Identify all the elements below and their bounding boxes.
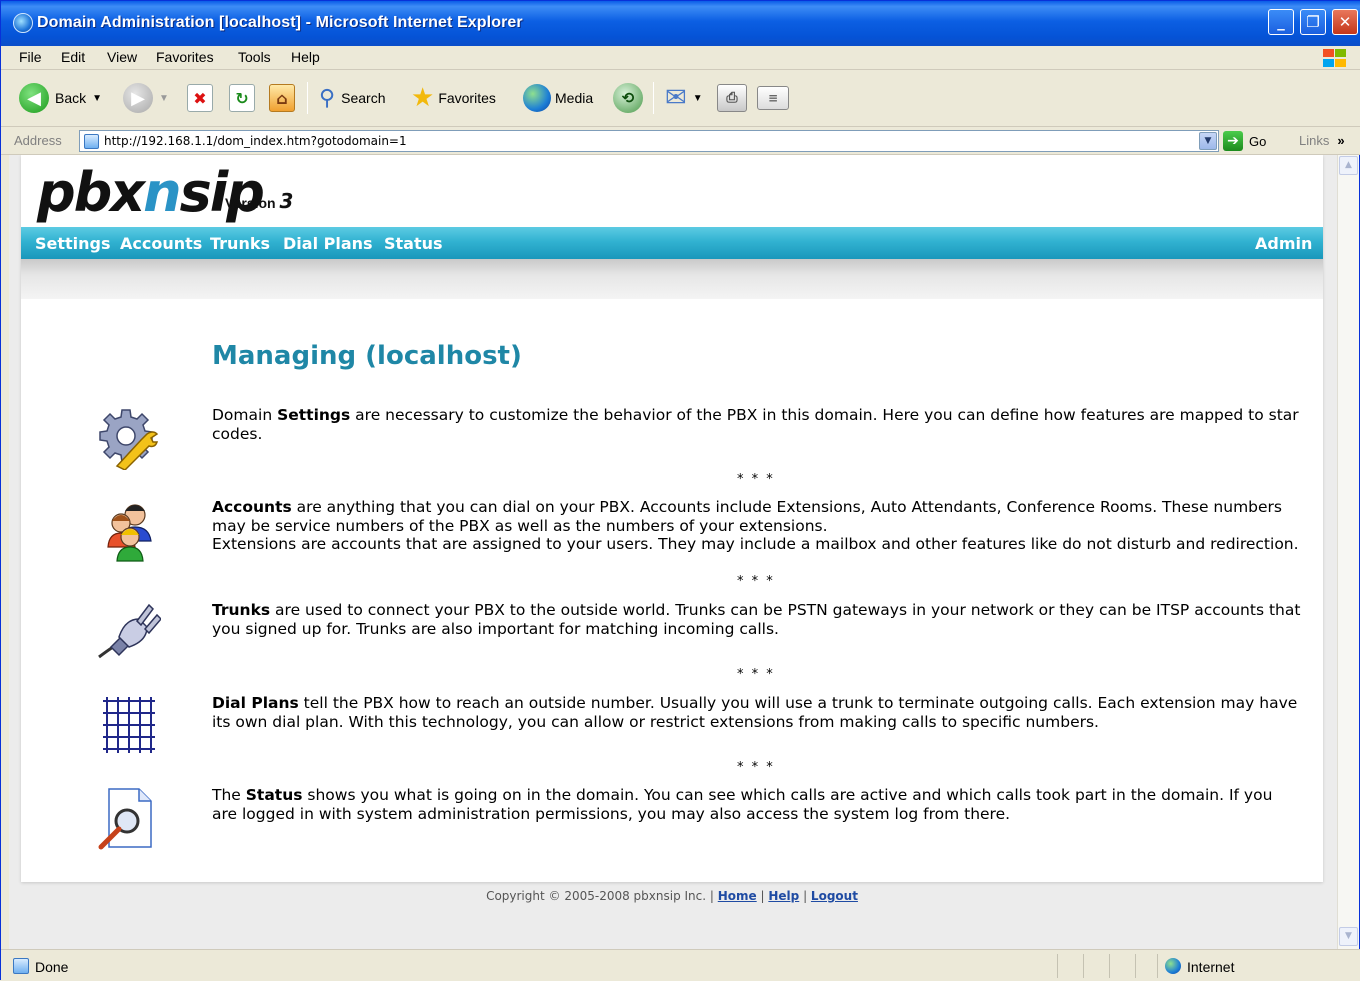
star-icon: ★ [411,83,435,113]
windows-flag-icon [1321,48,1347,68]
address-dropdown-icon[interactable]: ▼ [1199,132,1217,150]
links-button[interactable]: Links » [1299,133,1345,148]
media-label: Media [555,90,594,106]
nav-status[interactable]: Status [384,234,443,253]
maximize-button[interactable]: ❐ [1300,9,1326,35]
menu-favorites[interactable]: Favorites [156,49,214,65]
edit-page-icon: ≡ [757,86,789,110]
nav-settings[interactable]: Settings [35,234,111,253]
status-bar: Done Internet [1,949,1360,981]
footer-logout-link[interactable]: Logout [811,889,858,903]
menu-file[interactable]: File [19,49,42,65]
toolbar: ◀ Back ▼ ▶ ▼ ✖ ↻ ⌂ ⚲ Search ★ Favorites … [1,70,1360,127]
page-viewport: pbxnsip Version 3 Settings Accounts Trun… [9,155,1337,949]
history-icon: ⟲ [613,83,643,113]
nav-trunks[interactable]: Trunks [210,234,270,253]
security-zone-text: Internet [1187,959,1235,975]
stop-icon: ✖ [187,84,213,112]
trunks-plug-icon [98,603,161,659]
media-icon [523,84,551,112]
mail-dropdown-icon[interactable]: ▼ [693,93,703,104]
home-button[interactable]: ⌂ [269,81,295,115]
links-label: Links [1299,133,1330,148]
status-magnifier-icon [98,788,152,850]
page-footer: Copyright © 2005-2008 pbxnsip Inc. | Hom… [486,889,858,903]
refresh-button[interactable]: ↻ [229,81,255,115]
separator-stars: * * * [737,574,775,589]
back-dropdown-icon[interactable]: ▼ [92,93,102,104]
nav-accounts[interactable]: Accounts [120,234,202,253]
chevron-right-icon: » [1337,133,1345,148]
print-button[interactable]: ⎙ [717,81,747,115]
search-label: Search [341,90,386,106]
title-bar: Domain Administration [localhost] - Micr… [1,1,1360,46]
back-arrow-icon: ◀ [19,83,49,113]
window-title: Domain Administration [localhost] - Micr… [37,14,523,31]
address-url[interactable]: http://192.168.1.1/dom_index.htm?gotodom… [104,134,407,148]
back-button[interactable]: ◀ Back ▼ [19,81,102,115]
trunks-description: Trunks are used to connect your PBX to t… [212,601,1301,638]
mail-button[interactable]: ✉ ▼ [665,81,703,115]
dial-plans-grid-icon [103,697,155,753]
separator-stars: * * * [737,472,775,487]
media-button[interactable]: Media [523,81,593,115]
footer-home-link[interactable]: Home [718,889,757,903]
favorites-label: Favorites [438,90,496,106]
favorites-button[interactable]: ★ Favorites [411,81,496,115]
search-icon: ⚲ [319,85,336,111]
page-icon [84,134,99,149]
sub-nav-bar [21,259,1323,299]
search-button[interactable]: ⚲ Search [319,81,385,115]
go-label: Go [1249,133,1267,149]
go-button[interactable]: ➔ Go [1223,130,1266,152]
refresh-icon: ↻ [229,84,255,112]
accounts-users-icon [107,504,152,562]
close-button[interactable]: ✕ [1332,9,1358,35]
menu-view[interactable]: View [107,49,137,65]
internet-zone-icon [1165,958,1181,974]
print-icon: ⎙ [717,84,747,112]
minimize-button[interactable]: _ [1268,9,1294,35]
scroll-down-icon[interactable]: ▼ [1339,927,1358,946]
page-container: pbxnsip Version 3 Settings Accounts Trun… [21,155,1323,882]
back-label: Back [55,90,87,106]
pbxnsip-logo: pbxnsip Version 3 [37,161,293,224]
nav-dial-plans[interactable]: Dial Plans [283,234,373,253]
history-button[interactable]: ⟲ [613,81,643,115]
home-icon: ⌂ [269,84,295,112]
status-description: The Status shows you what is going on in… [212,786,1273,823]
scroll-up-icon[interactable]: ▲ [1339,156,1358,175]
forward-button[interactable]: ▶ ▼ [123,81,169,115]
copyright-text: Copyright © 2005-2008 pbxnsip Inc. | [486,889,718,903]
address-input[interactable]: http://192.168.1.1/dom_index.htm?gotodom… [79,130,1219,152]
menu-bar: File Edit View Favorites Tools Help [1,46,1360,70]
edit-button[interactable]: ≡ [757,81,789,115]
settings-gear-wrench-icon [99,409,159,470]
menu-edit[interactable]: Edit [61,49,85,65]
go-arrow-icon: ➔ [1223,131,1243,151]
footer-help-link[interactable]: Help [768,889,799,903]
nav-admin[interactable]: Admin [1255,234,1312,253]
menu-tools[interactable]: Tools [238,49,271,65]
separator-stars: * * * [737,667,775,682]
accounts-description: Accounts are anything that you can dial … [212,498,1299,553]
page-title: Managing (localhost) [212,341,522,371]
app-nav-bar: Settings Accounts Trunks Dial Plans Stat… [21,227,1323,259]
dial-plans-description: Dial Plans tell the PBX how to reach an … [212,694,1298,731]
settings-description: Domain Settings are necessary to customi… [212,406,1299,443]
forward-dropdown-icon[interactable]: ▼ [159,93,169,104]
separator-stars: * * * [737,760,775,775]
version-label: Version 3 [225,189,294,213]
ie-icon [13,13,33,33]
mail-icon: ✉ [665,83,687,113]
browser-window: Domain Administration [localhost] - Micr… [0,0,1360,981]
vertical-scrollbar[interactable]: ▲ ▼ [1337,155,1359,949]
address-bar: Address http://192.168.1.1/dom_index.htm… [1,127,1360,155]
menu-help[interactable]: Help [291,49,320,65]
address-label: Address [14,133,62,148]
page-done-icon [13,958,29,974]
status-text: Done [35,959,69,975]
forward-arrow-icon: ▶ [123,83,153,113]
stop-button[interactable]: ✖ [187,81,213,115]
